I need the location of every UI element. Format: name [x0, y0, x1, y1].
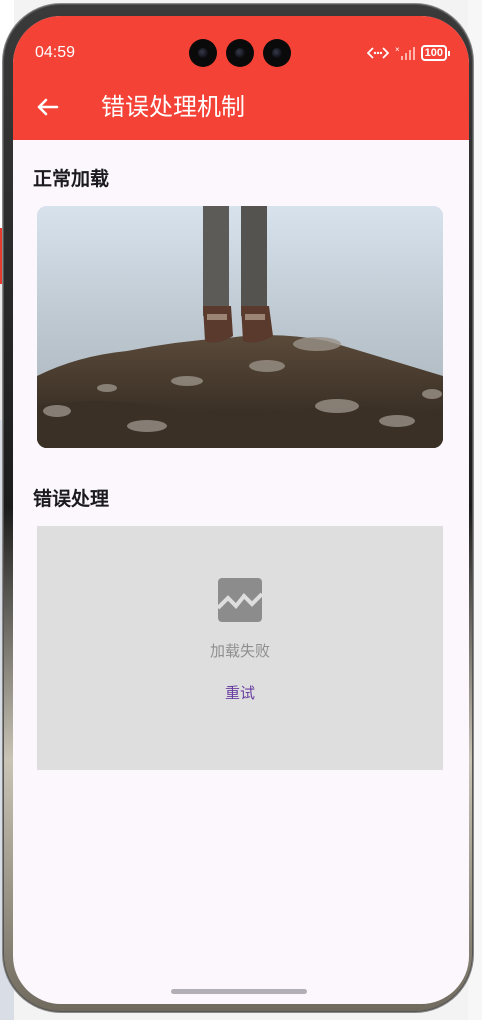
loaded-image	[37, 206, 443, 448]
back-button[interactable]	[33, 92, 63, 122]
camera-lens-icon	[263, 39, 291, 67]
camera-lens-icon	[226, 39, 254, 67]
camera-lens-icon	[189, 39, 217, 67]
app-header: 04:59 × 100 错误处理机制	[13, 16, 469, 140]
status-time: 04:59	[35, 44, 76, 61]
arrow-left-icon	[37, 98, 59, 116]
page-title: 错误处理机制	[101, 93, 245, 121]
home-indicator[interactable]	[171, 989, 307, 994]
status-icons: × 100	[366, 44, 451, 62]
phone-screen: 04:59 × 100 错误处理机制 正常加载 错误处理 加载失败 重试	[13, 16, 469, 1004]
signal-icon: ×	[395, 45, 415, 60]
section-title-error: 错误处理	[33, 488, 110, 510]
retry-button[interactable]: 重试	[37, 682, 443, 703]
error-placeholder: 加载失败 重试	[37, 526, 443, 770]
phone-frame: 04:59 × 100 错误处理机制 正常加载 错误处理 加载失败 重试	[3, 4, 473, 1012]
broken-image-icon	[218, 578, 262, 622]
svg-text:×: ×	[395, 45, 400, 54]
landscape-photo	[37, 206, 443, 448]
section-title-normal: 正常加载	[33, 168, 110, 190]
battery-indicator: 100	[420, 45, 451, 61]
error-message: 加载失败	[209, 642, 270, 660]
data-transfer-icon	[366, 47, 389, 59]
camera-cutout	[189, 39, 291, 67]
